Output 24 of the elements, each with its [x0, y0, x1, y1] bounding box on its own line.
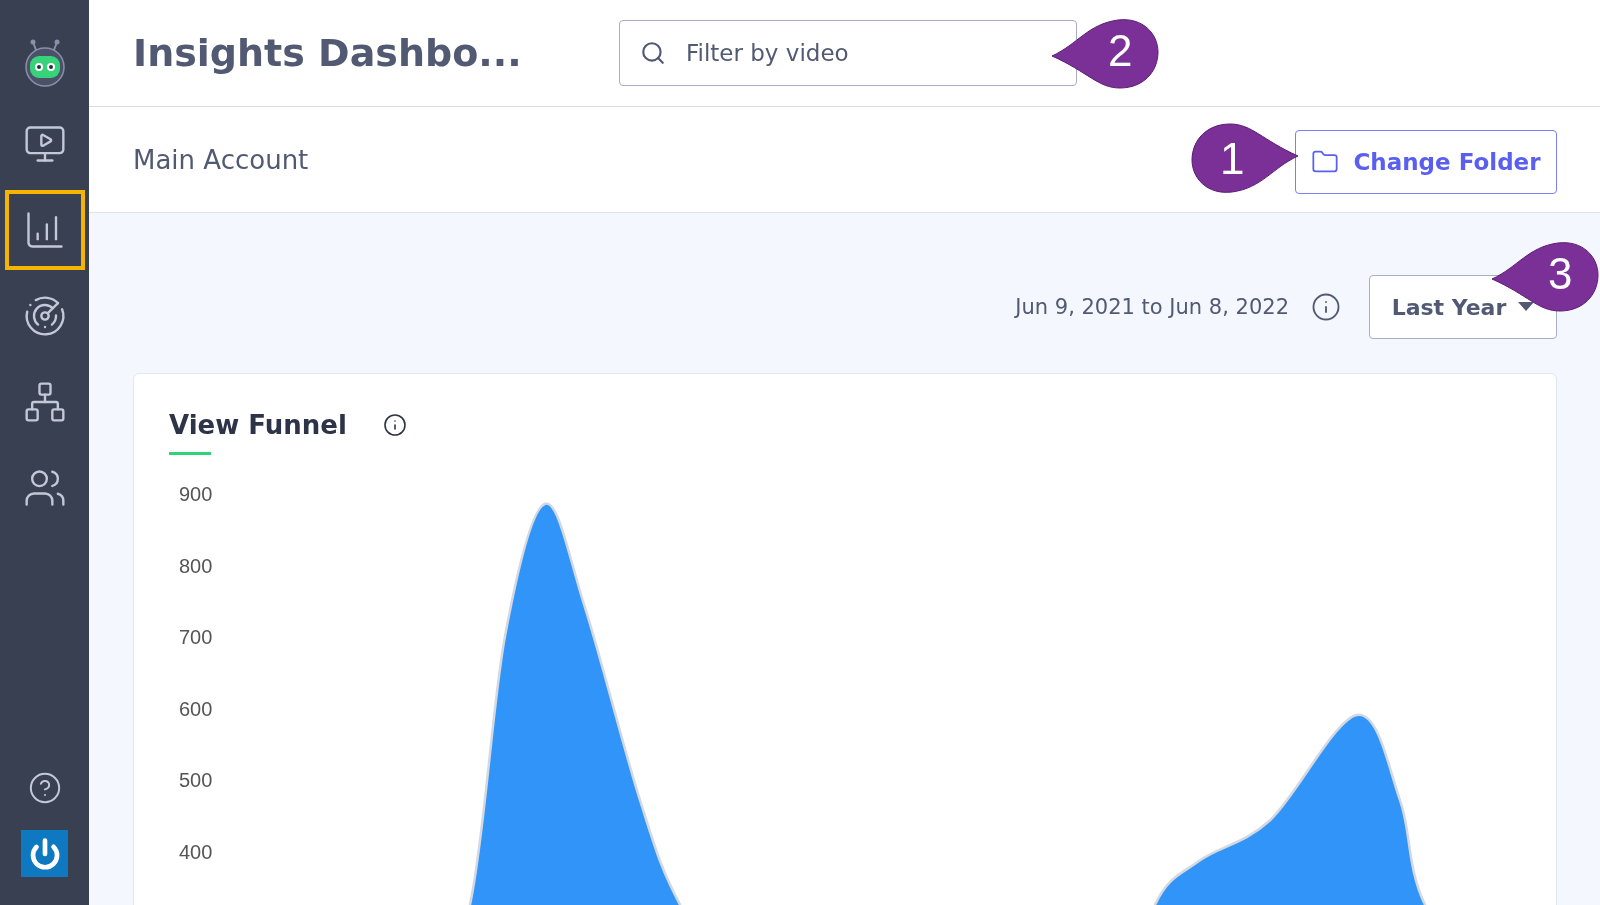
callout-number: 2 [1108, 26, 1133, 76]
y-axis-label: 900 [179, 483, 213, 505]
power-button[interactable] [21, 830, 68, 877]
change-folder-button[interactable]: Change Folder [1295, 129, 1557, 194]
date-range: Jun 9, 2021 to Jun 8, 2022 [1015, 295, 1289, 319]
card-title: View Funnel [169, 410, 347, 440]
callout-number: 1 [1220, 134, 1245, 184]
search-icon [640, 40, 666, 66]
y-axis-label: 400 [179, 841, 213, 863]
sidebar-nav-button[interactable] [4, 190, 85, 270]
y-axis-label: 700 [179, 626, 213, 649]
page-title: Insights Dashbo... [133, 31, 523, 75]
search-input[interactable]: Filter by video [684, 39, 1018, 67]
help-icon [27, 771, 62, 805]
info-icon[interactable] [1311, 292, 1341, 322]
power-icon [28, 837, 61, 870]
info-icon[interactable] [382, 413, 407, 437]
y-axis-label: 500 [179, 769, 213, 792]
y-axis-label: 600 [179, 697, 213, 720]
account-name: Main Account [133, 144, 309, 175]
title-underline [169, 452, 211, 455]
y-axis-label: 800 [179, 554, 213, 577]
caret-icon [1518, 302, 1535, 312]
search-field[interactable]: Filter by video [619, 20, 1077, 86]
